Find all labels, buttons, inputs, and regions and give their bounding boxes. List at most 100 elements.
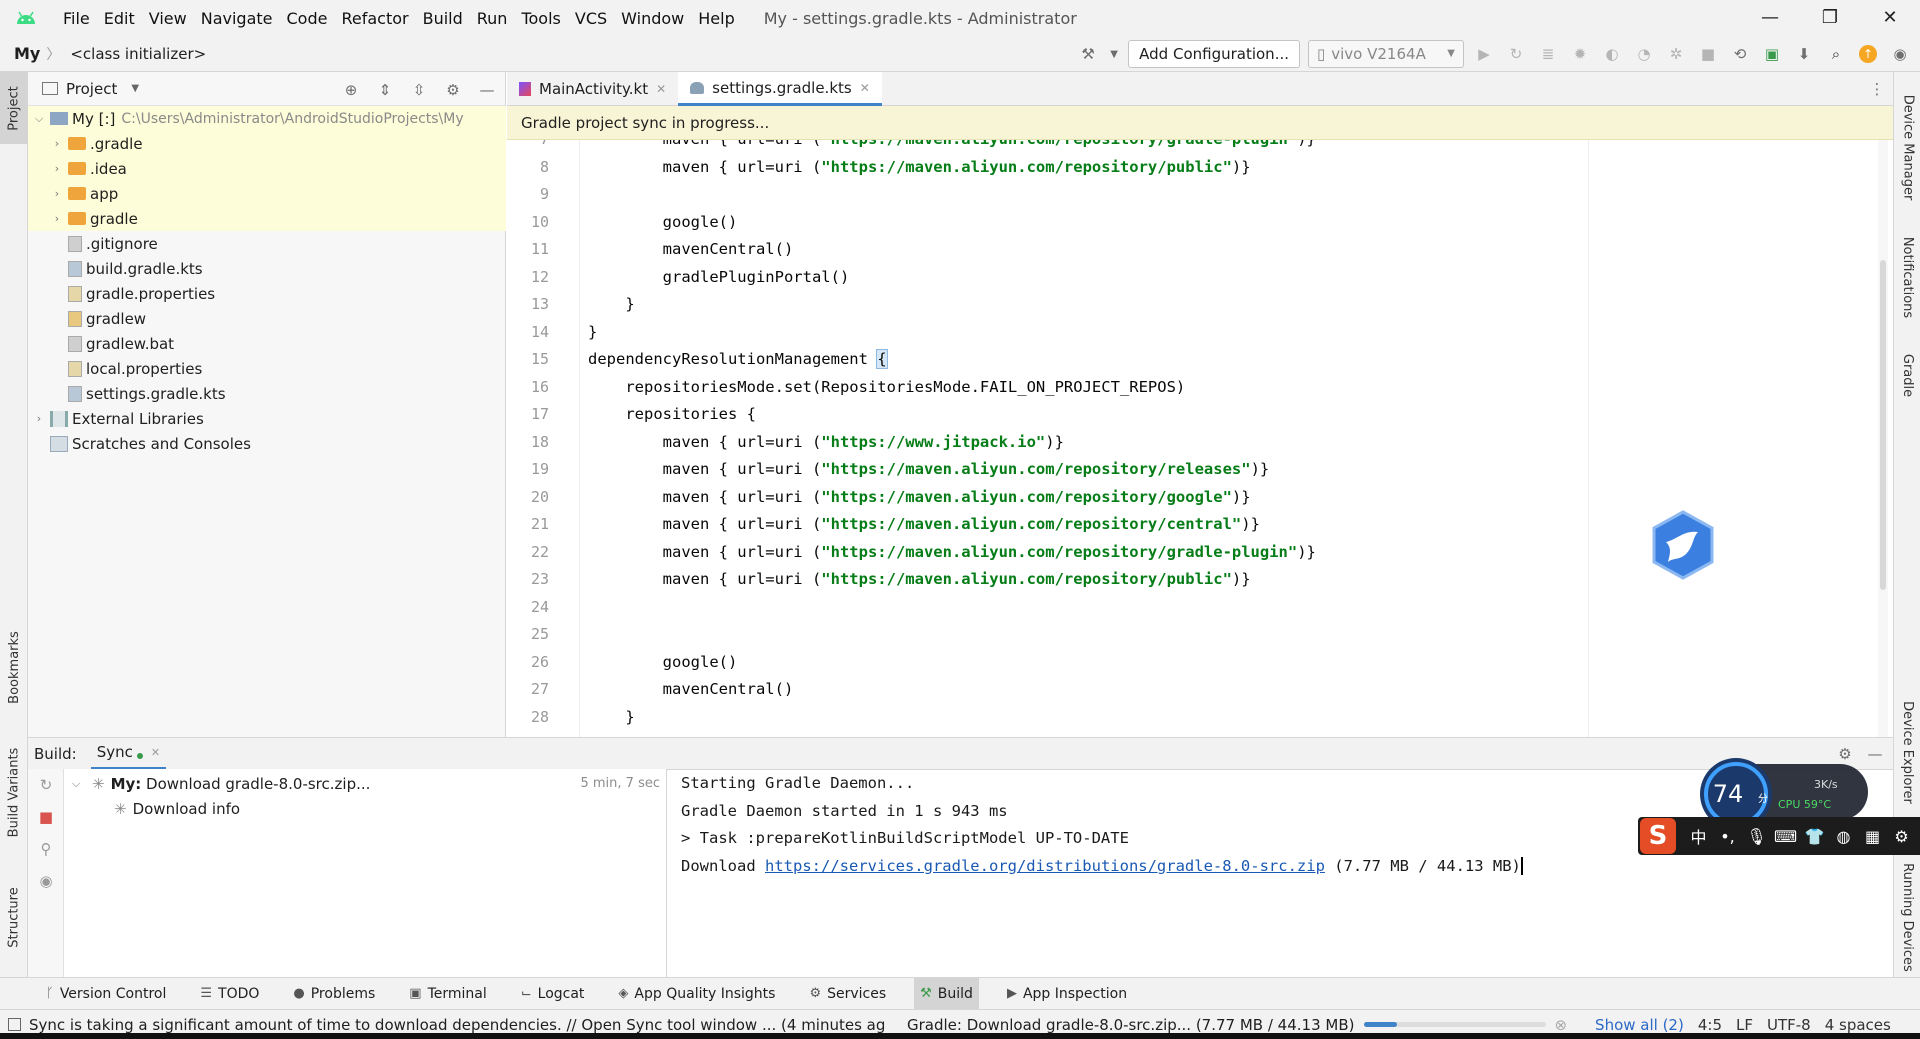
indent-setting[interactable]: 4 spaces xyxy=(1825,1016,1891,1034)
menu-build[interactable]: Build xyxy=(416,9,470,28)
account-icon[interactable]: ◉ xyxy=(1888,42,1912,66)
tree-item-gitignore[interactable]: .gitignore xyxy=(28,231,506,256)
device-selector[interactable]: ▯ vivo V2164A ▼ xyxy=(1308,40,1464,68)
punctuation-icon[interactable]: •, xyxy=(1713,827,1742,846)
floating-bird-assistant-icon[interactable] xyxy=(1650,510,1716,580)
scrollbar-thumb[interactable] xyxy=(1880,260,1886,590)
status-toggle-icon[interactable] xyxy=(8,1018,21,1031)
tree-item-build-gradle-kts[interactable]: build.gradle.kts xyxy=(28,256,506,281)
view-dropdown-icon[interactable]: ▼ xyxy=(131,83,139,94)
structure-tool-tab[interactable]: Structure xyxy=(0,862,28,972)
collapse-all-icon[interactable]: ⇳ xyxy=(407,78,431,102)
tool-build[interactable]: ⚒ Build xyxy=(914,977,979,1010)
menu-navigate[interactable]: Navigate xyxy=(194,9,280,28)
line-separator[interactable]: LF xyxy=(1736,1016,1753,1034)
add-configuration-button[interactable]: Add Configuration... xyxy=(1128,40,1300,68)
search-icon[interactable]: ⌕ xyxy=(1824,42,1848,66)
minimize-button[interactable]: — xyxy=(1740,0,1800,36)
menu-view[interactable]: View xyxy=(142,9,194,28)
caret-position[interactable]: 4:5 xyxy=(1698,1016,1722,1034)
breadcrumb-class-initializer[interactable]: <class initializer> xyxy=(70,45,206,63)
tab-settings-gradle-kts[interactable]: settings.gradle.kts ✕ xyxy=(678,72,882,106)
hide-panel-icon[interactable]: — xyxy=(475,78,499,102)
eye-icon[interactable]: ◉ xyxy=(28,865,64,897)
run-icon[interactable]: ▶ xyxy=(1472,42,1496,66)
tool-todo[interactable]: ☰ TODO xyxy=(194,978,265,1010)
menu-file[interactable]: File xyxy=(56,9,97,28)
pin-icon[interactable]: ⚲ xyxy=(28,833,64,865)
apply-code-changes-icon[interactable]: ≣ xyxy=(1536,42,1560,66)
tool-app-inspection[interactable]: ▶ App Inspection xyxy=(1001,978,1133,1010)
project-panel-title[interactable]: Project xyxy=(66,80,117,98)
menu-help[interactable]: Help xyxy=(691,9,741,28)
tab-sync[interactable]: Sync ✕ xyxy=(90,737,167,770)
gamepad-icon[interactable]: ◍ xyxy=(1829,827,1858,846)
profile-icon[interactable]: ◐ xyxy=(1600,42,1624,66)
ime-language[interactable]: 中 xyxy=(1684,824,1713,848)
chevron-right-icon[interactable]: › xyxy=(50,212,64,225)
file-encoding[interactable]: UTF-8 xyxy=(1767,1016,1811,1034)
running-devices-tool-tab[interactable]: Running Devices xyxy=(1894,862,1920,972)
chevron-right-icon[interactable]: › xyxy=(50,187,64,200)
menu-code[interactable]: Code xyxy=(280,9,335,28)
tree-item-local-properties[interactable]: local.properties xyxy=(28,356,506,381)
sync-gradle-icon[interactable]: ⟲ xyxy=(1728,42,1752,66)
progress-text[interactable]: Gradle: Download gradle-8.0-src.zip... (… xyxy=(907,1016,1354,1034)
grid-apps-icon[interactable]: ▦ xyxy=(1858,827,1887,846)
chevron-down-icon[interactable]: ⌵ xyxy=(32,112,46,126)
chevron-right-icon[interactable]: › xyxy=(50,137,64,150)
menu-run[interactable]: Run xyxy=(470,9,515,28)
locate-file-icon[interactable]: ⊕ xyxy=(339,78,363,102)
build-subtask-row[interactable]: ✳ Download info xyxy=(64,796,666,821)
chevron-right-icon[interactable]: › xyxy=(32,412,46,425)
tool-problems[interactable]: ● Problems xyxy=(287,978,381,1010)
close-tab-icon[interactable]: ✕ xyxy=(860,81,870,95)
attach-debugger-icon[interactable]: ✲ xyxy=(1664,42,1688,66)
sdk-manager-icon[interactable]: ⬇ xyxy=(1792,42,1816,66)
tree-item-gradlew[interactable]: gradlew xyxy=(28,306,506,331)
stop-icon[interactable]: ■ xyxy=(1696,42,1720,66)
project-tool-tab[interactable]: Project xyxy=(0,72,28,144)
keyboard-icon[interactable]: ⌨ xyxy=(1771,827,1800,846)
sogou-logo-icon[interactable]: S xyxy=(1640,818,1676,854)
show-all-processes-link[interactable]: Show all (2) xyxy=(1595,1016,1684,1034)
code-editor[interactable]: maven { url=uri ("https://maven.aliyun.c… xyxy=(579,140,1879,737)
tree-item-idea[interactable]: › .idea xyxy=(28,156,506,181)
download-link[interactable]: https://services.gradle.org/distribution… xyxy=(765,857,1325,875)
resync-icon[interactable]: ↻ xyxy=(28,769,64,801)
device-manager-tool-tab[interactable]: Device Manager xyxy=(1894,82,1920,212)
close-tab-icon[interactable]: ✕ xyxy=(151,746,160,759)
cancel-progress-icon[interactable]: ⊗ xyxy=(1554,1016,1567,1034)
tool-terminal[interactable]: ▣ Terminal xyxy=(403,978,492,1010)
bookmarks-tool-tab[interactable]: Bookmarks xyxy=(0,612,28,722)
close-button[interactable]: ✕ xyxy=(1860,0,1920,36)
tool-logcat[interactable]: ⌙ Logcat xyxy=(515,978,591,1010)
microphone-icon[interactable]: 🎙 xyxy=(1742,827,1771,846)
device-manager-icon[interactable]: ▣ xyxy=(1760,42,1784,66)
tree-scratches[interactable]: Scratches and Consoles xyxy=(28,431,506,456)
menu-window[interactable]: Window xyxy=(614,9,691,28)
close-tab-icon[interactable]: ✕ xyxy=(656,82,666,96)
menu-refactor[interactable]: Refactor xyxy=(334,9,415,28)
gradle-tool-tab[interactable]: Gradle xyxy=(1894,340,1920,410)
tree-item-gradle-properties[interactable]: gradle.properties xyxy=(28,281,506,306)
build-variants-tool-tab[interactable]: Build Variants xyxy=(0,732,28,852)
restore-button[interactable]: ❐ xyxy=(1800,0,1860,36)
tool-services[interactable]: ⚙ Services xyxy=(803,978,892,1010)
chevron-down-icon[interactable]: ⌵ xyxy=(72,777,86,791)
make-project-hammer-icon[interactable]: ⚒ xyxy=(1076,42,1100,66)
tree-item-gradle-dir[interactable]: › .gradle xyxy=(28,131,506,156)
notifications-tool-tab[interactable]: Notifications xyxy=(1894,222,1920,332)
breadcrumb-project[interactable]: My xyxy=(14,44,40,63)
tool-app-quality-insights[interactable]: ◈ App Quality Insights xyxy=(612,978,781,1010)
device-explorer-tool-tab[interactable]: Device Explorer xyxy=(1894,692,1920,812)
apply-changes-icon[interactable]: ↻ xyxy=(1504,42,1528,66)
tab-mainactivity-kt[interactable]: MainActivity.kt ✕ xyxy=(507,72,678,106)
menu-edit[interactable]: Edit xyxy=(97,9,142,28)
ime-settings-gear-icon[interactable]: ⚙ xyxy=(1887,827,1916,846)
coverage-icon[interactable]: ◔ xyxy=(1632,42,1656,66)
menu-tools[interactable]: Tools xyxy=(514,9,567,28)
menu-vcs[interactable]: VCS xyxy=(568,9,614,28)
tree-root[interactable]: ⌵ My [:] C:\Users\Administrator\AndroidS… xyxy=(28,106,506,131)
tool-version-control[interactable]: ᚴ Version Control xyxy=(40,978,172,1010)
